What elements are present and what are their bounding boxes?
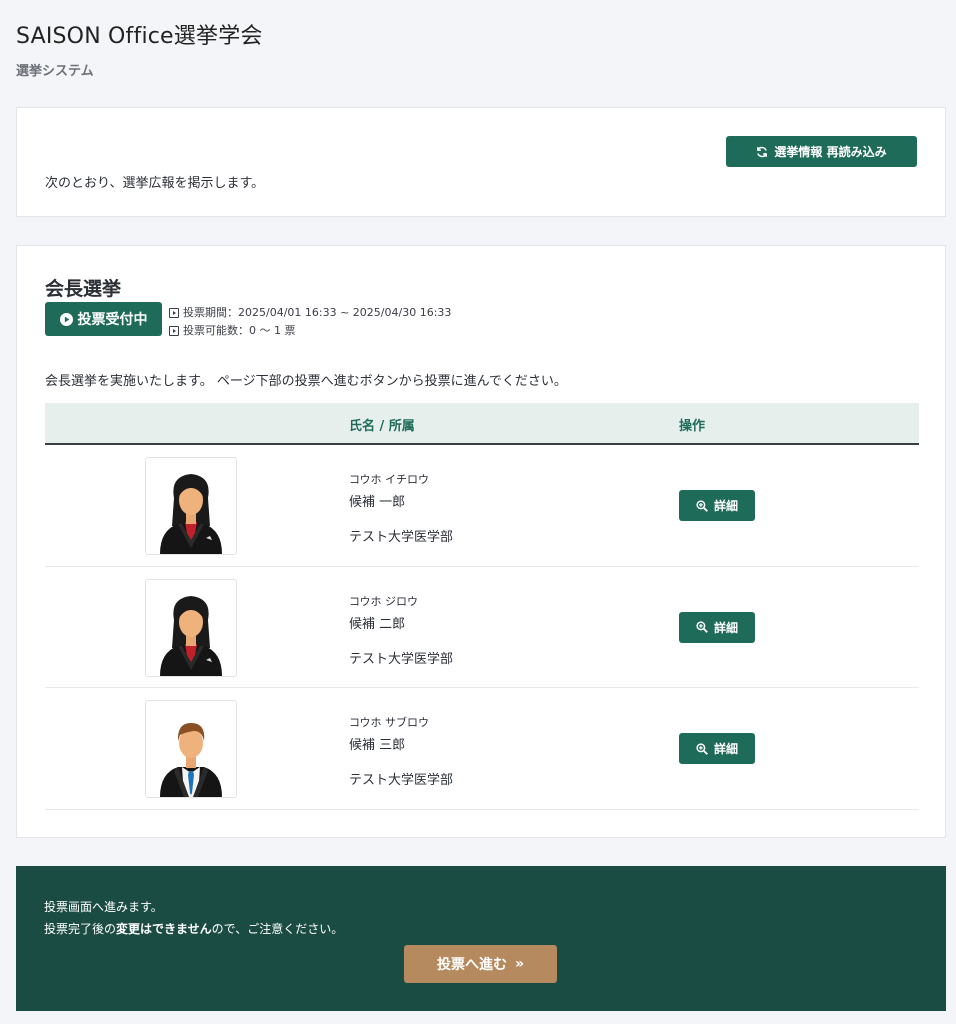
column-header-ops: 操作: [679, 419, 706, 434]
notice-text: 次のとおり、選挙広報を掲示します。: [45, 176, 265, 191]
footer-warning-bold: 変更はできません: [116, 922, 212, 936]
vote-count: 投票可能数：0 〜 1 票: [183, 324, 296, 337]
candidate-kana: コウホ イチロウ: [349, 473, 430, 486]
column-header-name: 氏名 / 所属: [349, 419, 415, 434]
footer-message: 投票画面へ進みます。: [44, 900, 163, 914]
candidate-name: 候補 三郎: [349, 738, 406, 753]
candidate-name: 候補 一郎: [349, 495, 406, 510]
detail-button-label: 詳細: [713, 620, 738, 635]
detail-button[interactable]: 詳細: [679, 611, 755, 643]
table-row: コウホ イチロウ 候補 一郎 テスト大学医学部 詳細: [45, 445, 919, 567]
candidate-affiliation: テスト大学医学部: [349, 773, 454, 788]
proceed-to-vote-button[interactable]: 投票へ進む »: [404, 945, 557, 983]
double-chevron-right-icon: »: [514, 956, 525, 972]
table-row: コウホ ジロウ 候補 二郎 テスト大学医学部 詳細: [45, 567, 919, 688]
status-label: 投票受付中: [77, 312, 148, 328]
female-avatar-icon: [145, 578, 237, 677]
reload-button-label: 選挙情報 再読み込み: [774, 145, 887, 159]
zoom-in-icon: [696, 742, 708, 755]
candidate-kana: コウホ サブロウ: [349, 716, 430, 729]
detail-button[interactable]: 詳細: [679, 490, 755, 521]
candidate-table: 氏名 / 所属 操作 コウホ イチロウ 候補 一郎 テスト大学医学部 詳細 コウ…: [45, 403, 919, 810]
detail-button-label: 詳細: [713, 499, 738, 513]
play-square-icon: [169, 308, 179, 318]
vote-count-row: 投票可能数：0 〜 1 票: [169, 322, 451, 340]
election-title: 会長選挙: [45, 278, 122, 300]
election-card: 会長選挙 投票受付中 投票期間：2025/04/01 16:33 ~ 2025/…: [16, 245, 946, 838]
footer-warning: 投票完了後の変更はできませんので、ご注意ください。: [44, 920, 343, 937]
table-row: コウホ サブロウ 候補 三郎 テスト大学医学部 詳細: [45, 688, 919, 810]
candidate-name: 候補 二郎: [349, 616, 406, 632]
play-square-icon: [169, 326, 179, 336]
zoom-in-icon: [696, 621, 708, 633]
app-subtitle: 選挙システム: [16, 64, 94, 79]
status-badge: 投票受付中: [45, 302, 162, 336]
voting-period: 投票期間：2025/04/01 16:33 ~ 2025/04/30 16:33: [183, 306, 452, 319]
play-circle-icon: [59, 312, 73, 326]
refresh-icon: [757, 146, 768, 157]
detail-button[interactable]: 詳細: [679, 733, 755, 764]
zoom-in-icon: [696, 499, 708, 512]
election-description: 会長選挙を実施いたします。 ページ下部の投票へ進むボタンから投票に進んでください…: [45, 374, 567, 389]
reload-election-button[interactable]: 選挙情報 再読み込み: [726, 136, 917, 167]
election-meta: 投票期間：2025/04/01 16:33 ~ 2025/04/30 16:33…: [169, 304, 451, 340]
footer-warning-after: ので、ご注意ください。: [211, 922, 344, 936]
vote-button-label: 投票へ進む: [436, 957, 507, 973]
candidate-affiliation: テスト大学医学部: [349, 530, 454, 545]
app-title: SAISON Office選挙学会: [16, 24, 263, 49]
period-row: 投票期間：2025/04/01 16:33 ~ 2025/04/30 16:33: [169, 304, 451, 322]
table-header: 氏名 / 所属 操作: [45, 403, 919, 445]
detail-button-label: 詳細: [713, 742, 738, 756]
candidate-kana: コウホ ジロウ: [349, 594, 419, 608]
footer-warning-before: 投票完了後の: [44, 922, 117, 936]
female-avatar-icon: [145, 457, 237, 555]
vote-footer-panel: 投票画面へ進みます。 投票完了後の変更はできませんので、ご注意ください。 投票へ…: [16, 866, 946, 1011]
male-avatar-icon: [145, 700, 237, 798]
candidate-affiliation: テスト大学医学部: [349, 651, 454, 667]
page-header: SAISON Office選挙学会 選挙システム: [16, 18, 263, 79]
notice-card: 選挙情報 再読み込み 次のとおり、選挙広報を掲示します。: [16, 107, 946, 217]
